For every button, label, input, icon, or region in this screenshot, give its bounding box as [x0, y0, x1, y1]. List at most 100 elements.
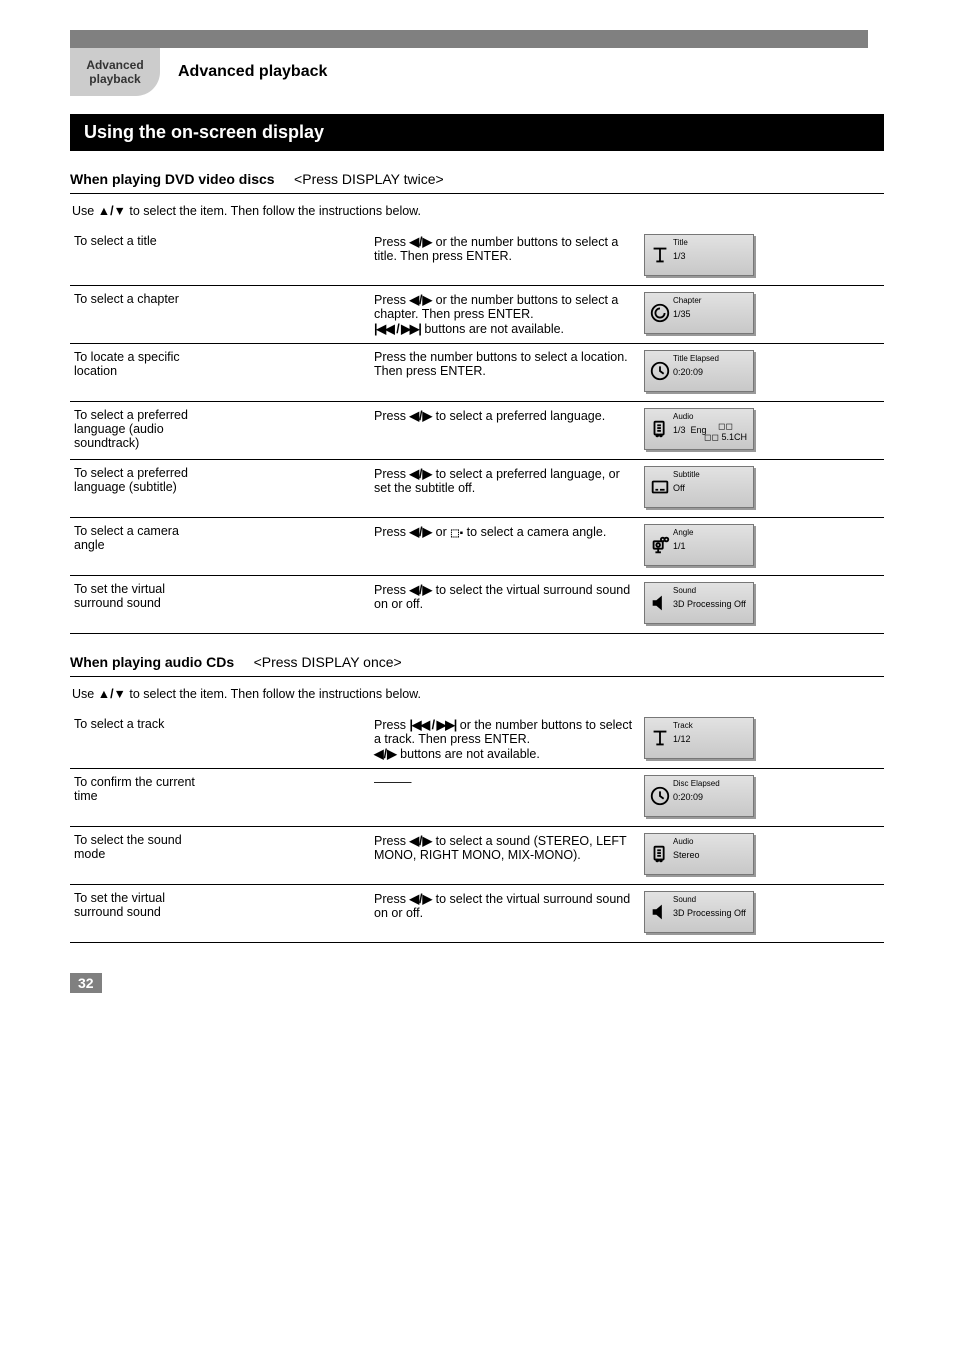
table-row: To set the virtual surround sound Press … [70, 885, 884, 943]
dvd-section-header: When playing DVD video discs <(Press DIS… [70, 151, 884, 194]
row-instruction: Press ◀/▶ or ⬚▪ to select a camera angle… [370, 518, 640, 576]
acd-section-header-text: When playing audio CDs [70, 654, 234, 670]
table-row: To confirm the current time ——— Disc Ela… [70, 769, 884, 827]
row-icon-cell: Audio 1/3 Eng ◻◻◻◻ 5.1CH [640, 402, 884, 460]
row-action-label: To select a preferred language (audio so… [70, 402, 370, 460]
subtitle-icon [649, 473, 671, 501]
row-action-label: To locate a specific location [70, 344, 370, 402]
icon-value: 3D Processing Off [673, 599, 746, 609]
left-right-arrow-icon: ◀/▶ [409, 892, 432, 906]
row-instruction: Press ◀/▶ to select the virtual surround… [370, 885, 640, 943]
header-bar [70, 30, 884, 48]
row-action-label: To select a camera angle [70, 518, 370, 576]
left-right-arrow-icon: ◀/▶ [409, 293, 432, 307]
acd-table: To select a track Press |◀◀ / ▶▶| or the… [70, 711, 884, 943]
arrow-up-down-icon: ▲/▼ [98, 204, 126, 218]
icon-label: Audio [673, 837, 693, 846]
icon-display-audio: Audio Stereo [644, 833, 754, 875]
row-icon-cell: Audio Stereo [640, 827, 884, 885]
row-instruction: Press ◀/▶ to select a preferred language… [370, 402, 640, 460]
row-instruction: Press ◀/▶ to select the virtual surround… [370, 576, 640, 634]
left-right-arrow-icon: ◀/▶ [409, 583, 432, 597]
chapter-icon [649, 299, 671, 327]
instruction-suffix-2: to select the item. Then follow the inst… [126, 687, 421, 701]
title-icon [649, 724, 671, 752]
icon-display-title: Track 1/12 [644, 717, 754, 759]
dvd-section-header-text: When playing DVD video discs [70, 171, 275, 187]
table-row: To select a preferred language (subtitle… [70, 460, 884, 518]
table-row: To select the sound mode Press ◀/▶ to se… [70, 827, 884, 885]
icon-value: 0:20:09 [673, 792, 703, 802]
icon-label: Subtitle [673, 470, 700, 479]
instruction-prefix-2: Use [72, 687, 98, 701]
row-icon-cell: Title 1/3 [640, 228, 884, 286]
icon-value: 0:20:09 [673, 367, 703, 377]
table-row: To set the virtual surround sound Press … [70, 576, 884, 634]
page-number: 32 [70, 973, 102, 993]
row-action-label: To set the virtual surround sound [70, 576, 370, 634]
row-action-label: To select a chapter [70, 286, 370, 344]
row-action-label: To confirm the current time [70, 769, 370, 827]
icon-display-clock: Disc Elapsed 0:20:09 [644, 775, 754, 817]
icon-display-clock: Title Elapsed 0:20:09 [644, 350, 754, 392]
clock-icon [649, 782, 671, 810]
icon-display-sound: Sound 3D Processing Off [644, 582, 754, 624]
tab-text: Advanced playback [86, 58, 143, 86]
row-icon-cell: Subtitle Off [640, 460, 884, 518]
icon-display-title: Title 1/3 [644, 234, 754, 276]
icon-value: Stereo [673, 850, 700, 860]
left-right-arrow-icon: ◀/▶ [409, 409, 432, 423]
icon-display-subtitle: Subtitle Off [644, 466, 754, 508]
row-instruction: ——— [370, 769, 640, 827]
row-instruction: Press ◀/▶ to select a preferred language… [370, 460, 640, 518]
icon-label: Sound [673, 586, 696, 595]
left-right-arrow-icon: ◀/▶ [374, 747, 397, 761]
icon-value: Off [673, 483, 685, 493]
row-action-label: To select the sound mode [70, 827, 370, 885]
icon-display-sound: Sound 3D Processing Off [644, 891, 754, 933]
row-icon-cell: Chapter 1/35 [640, 286, 884, 344]
icon-label: Title Elapsed [673, 354, 719, 363]
table-row: To select a title Press ◀/▶ or the numbe… [70, 228, 884, 286]
section-heading: Using the on-screen display [70, 114, 884, 151]
dolby-label: ◻◻ 5.1CH [704, 432, 747, 443]
icon-display-angle: Angle 1/1 [644, 524, 754, 566]
icon-label: Chapter [673, 296, 701, 305]
icon-display-audio: Audio 1/3 Eng ◻◻◻◻ 5.1CH [644, 408, 754, 450]
arrow-up-down-icon-2: ▲/▼ [98, 687, 126, 701]
table-row: To select a preferred language (audio so… [70, 402, 884, 460]
row-action-label: To select a title [70, 228, 370, 286]
clock-icon [649, 357, 671, 385]
row-icon-cell: Sound 3D Processing Off [640, 576, 884, 634]
table-row: To select a chapter Press ◀/▶ or the num… [70, 286, 884, 344]
row-instruction: Press the number buttons to select a loc… [370, 344, 640, 402]
left-right-arrow-icon: ◀/▶ [409, 834, 432, 848]
section-tab: Advanced playback [70, 48, 160, 96]
row-icon-cell: Track 1/12 [640, 711, 884, 769]
row-icon-cell: Title Elapsed 0:20:09 [640, 344, 884, 402]
page-title: Advanced playback [178, 48, 327, 96]
row-action-label: To select a preferred language (subtitle… [70, 460, 370, 518]
instruction-prefix: Use [72, 204, 98, 218]
angle-button-icon: ⬚▪ [450, 528, 463, 539]
row-icon-cell: Angle 1/1 [640, 518, 884, 576]
audio-icon [649, 840, 671, 868]
icon-label: Audio [673, 412, 693, 421]
left-right-arrow-icon: ◀/▶ [409, 235, 432, 249]
title-icon [649, 241, 671, 269]
acd-section-header: When playing audio CDs <Press DISPLAY on… [70, 634, 884, 677]
row-icon-cell: Disc Elapsed 0:20:09 [640, 769, 884, 827]
icon-value: 1/1 [673, 541, 686, 551]
skip-prev-next-icon: |◀◀ / ▶▶| [374, 322, 421, 336]
icon-label: Disc Elapsed [673, 779, 720, 788]
left-right-arrow-icon: ◀/▶ [409, 525, 432, 539]
skip-prev-next-icon: |◀◀ / ▶▶| [409, 718, 456, 732]
instruction-suffix: to select the item. Then follow the inst… [126, 204, 421, 218]
table-row: To locate a specific location Press the … [70, 344, 884, 402]
dvd-instruction: Use ▲/▼ to select the item. Then follow … [70, 200, 884, 228]
icon-value: 1/3 Eng [673, 425, 707, 435]
icon-value: 1/3 [673, 251, 686, 261]
row-instruction: Press ◀/▶ to select a sound (STEREO, LEF… [370, 827, 640, 885]
icon-display-chapter: Chapter 1/35 [644, 292, 754, 334]
audio-icon [649, 415, 671, 443]
